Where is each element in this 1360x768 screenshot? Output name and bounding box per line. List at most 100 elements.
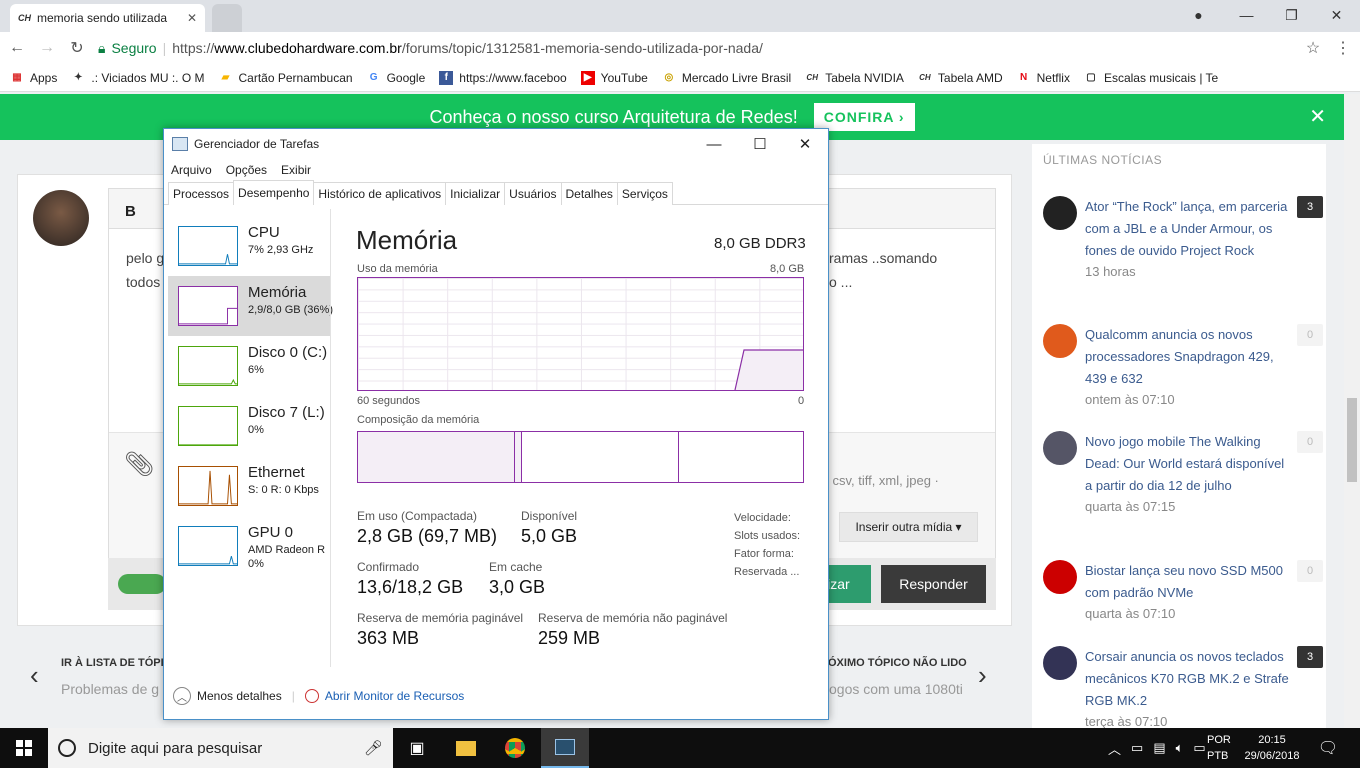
tab-0[interactable]: Processos — [168, 182, 235, 205]
news-title[interactable]: Qualcomm anuncia os novos processadores … — [1085, 324, 1289, 390]
bookmark-6[interactable]: ◎ Mercado Livre Brasil — [662, 71, 791, 85]
forward-icon[interactable]: → — [38, 39, 56, 57]
tab-1[interactable]: Desempenho — [233, 180, 315, 205]
resource-2[interactable]: Disco 0 (C:) 6% — [168, 336, 330, 396]
prev-topic-label[interactable]: IR À LISTA DE TÓPI — [61, 657, 164, 669]
language-indicator[interactable]: POR PTB — [1207, 732, 1231, 764]
prev-topic-chevron-icon[interactable]: ‹ — [30, 660, 39, 691]
start-button[interactable] — [0, 728, 48, 768]
bookmark-4[interactable]: f https://www.faceboo — [439, 70, 567, 85]
resource-1[interactable]: Memória 2,9/8,0 GB (36%) — [168, 276, 333, 336]
prev-topic-title[interactable]: Problemas de g — [61, 681, 159, 697]
tab-4[interactable]: Usuários — [504, 182, 562, 205]
tab-3[interactable]: Inicializar — [445, 182, 506, 205]
toggle-switch[interactable] — [118, 574, 166, 594]
tm-minimize-button[interactable]: — — [691, 129, 737, 159]
news-item[interactable]: Novo jogo mobile The Walking Dead: Our W… — [1043, 431, 1323, 517]
close-window-button[interactable]: ✕ — [1314, 0, 1359, 30]
menu-0[interactable]: Arquivo — [171, 163, 212, 177]
banner-close-icon[interactable]: ✕ — [1309, 104, 1326, 129]
news-item[interactable]: Ator “The Rock” lança, em parceria com a… — [1043, 196, 1323, 282]
taskbar-search[interactable]: Digite aqui para pesquisar 🎤︎ — [48, 728, 393, 768]
display-icon[interactable]: ▭ — [1193, 740, 1205, 756]
thumbnail-sparkline — [179, 555, 237, 565]
bookmark-3[interactable]: G Google — [367, 71, 426, 85]
resource-name: Disco 0 (C:) — [248, 344, 328, 361]
menu-icon[interactable]: ⋮ — [1334, 38, 1352, 58]
bookmark-label: Apps — [30, 70, 58, 85]
news-title[interactable]: Corsair anuncia os novos teclados mecâni… — [1085, 646, 1289, 712]
resource-3[interactable]: Disco 7 (L:) 0% — [168, 396, 330, 456]
tm-close-button[interactable]: ✕ — [782, 129, 828, 159]
task-manager-taskbar-icon[interactable] — [541, 728, 589, 768]
next-topic-chevron-icon[interactable]: › — [978, 660, 987, 691]
restore-button[interactable]: ❐ — [1269, 0, 1314, 30]
fewer-details-link[interactable]: Menos detalhes — [197, 689, 282, 703]
tab-6[interactable]: Serviços — [616, 182, 673, 205]
bookmark-label: Escalas musicais | Te — [1103, 70, 1219, 85]
bookmark-8[interactable]: CH Tabela AMD — [918, 71, 1002, 85]
microphone-icon[interactable]: 🎤︎ — [364, 739, 383, 757]
tray-app-icon[interactable]: ▭ — [1131, 740, 1143, 756]
thumbnail-sparkline — [179, 444, 237, 445]
volume-icon[interactable]: 🔈︎ — [1176, 740, 1184, 756]
paperclip-icon[interactable]: 📎︎ — [124, 450, 154, 479]
reply-button[interactable]: Responder — [881, 565, 986, 603]
new-tab-button[interactable] — [212, 4, 242, 32]
bookmark-label: Cartão Pernambucan — [238, 70, 353, 85]
menu-2[interactable]: Exibir — [281, 163, 311, 177]
task-view-icon[interactable]: ▣ — [393, 728, 441, 768]
news-title[interactable]: Biostar lança seu novo SSD M500 com padr… — [1085, 560, 1289, 604]
scrollbar-thumb[interactable] — [1347, 398, 1357, 482]
tab-5[interactable]: Detalhes — [560, 182, 618, 205]
back-icon[interactable]: ← — [8, 39, 26, 57]
news-item[interactable]: Biostar lança seu novo SSD M500 com padr… — [1043, 560, 1323, 624]
chrome-icon[interactable] — [491, 728, 539, 768]
network-icon[interactable]: ▤ — [1153, 740, 1165, 756]
tm-bottom-bar: ︿ Menos detalhes | Abrir Monitor de Recu… — [164, 679, 828, 713]
bookmark-7[interactable]: CH Tabela NVIDIA — [805, 71, 903, 85]
menu-1[interactable]: Opções — [226, 163, 267, 177]
bookmark-9[interactable]: N Netflix — [1017, 71, 1070, 85]
memory-total: 8,0 GB DDR3 — [714, 235, 806, 252]
right-stat-labels: Velocidade: Slots usados: Fator forma: Rese… — [734, 509, 800, 581]
resource-5[interactable]: GPU 0 AMD Radeon R 0% — [168, 516, 330, 576]
profile-icon[interactable]: ● — [1176, 0, 1221, 30]
insert-media-button[interactable]: Inserir outra mídia ▾ — [839, 512, 978, 542]
thumbnail-sparkline — [179, 307, 237, 325]
next-topic-label[interactable]: ÓXIMO TÓPICO NÃO LIDO — [828, 657, 967, 669]
address-toolbar: ← → ↻ 🔒︎ Seguro | https://www.clubedohar… — [0, 32, 1360, 64]
banner-cta-button[interactable]: CONFIRA › — [813, 103, 915, 131]
collapse-chevron-icon[interactable]: ︿ — [173, 687, 191, 705]
bookmark-1[interactable]: ✦ .: Viciados MU :. O M — [71, 71, 204, 85]
news-title[interactable]: Novo jogo mobile The Walking Dead: Our W… — [1085, 431, 1289, 497]
tab-close-icon[interactable]: ✕ — [187, 11, 197, 25]
usage-area — [735, 350, 803, 390]
user-avatar — [33, 190, 89, 246]
news-title[interactable]: Ator “The Rock” lança, em parceria com a… — [1085, 196, 1289, 262]
reload-icon[interactable]: ↻ — [68, 38, 86, 58]
in-use-label: Em uso (Compactada) — [357, 509, 478, 523]
bookmark-5[interactable]: ▶ YouTube — [580, 70, 648, 85]
tab-2[interactable]: Histórico de aplicativos — [313, 182, 447, 205]
next-topic-title[interactable]: ogos com uma 1080ti — [829, 681, 963, 697]
news-item[interactable]: Qualcomm anuncia os novos processadores … — [1043, 324, 1323, 410]
resource-monitor-link[interactable]: Abrir Monitor de Recursos — [325, 689, 464, 703]
resource-0[interactable]: CPU 7% 2,93 GHz — [168, 216, 330, 276]
browser-tab-active[interactable]: CH memoria sendo utilizada ✕ — [10, 4, 205, 32]
bookmark-star-icon[interactable]: ☆ — [1304, 38, 1322, 58]
minimize-button[interactable]: — — [1224, 0, 1269, 30]
url-text[interactable]: https://www.clubedohardware.com.br/forum… — [172, 40, 763, 56]
bookmark-10[interactable]: ▢ Escalas musicais | Te — [1084, 71, 1218, 85]
omnibox[interactable]: 🔒︎ Seguro | https://www.clubedohardware.… — [98, 36, 1292, 60]
action-center-icon[interactable]: 🗨︎ — [1304, 728, 1352, 768]
bookmark-2[interactable]: ▰ Cartão Pernambucan — [219, 71, 353, 85]
bookmark-0[interactable]: ▦ Apps — [10, 71, 57, 85]
file-explorer-icon[interactable] — [442, 728, 490, 768]
bold-button[interactable]: B — [125, 203, 136, 220]
resource-4[interactable]: Ethernet S: 0 R: 0 Kbps — [168, 456, 330, 516]
tray-chevron-icon[interactable]: ︿ — [1108, 739, 1121, 758]
news-item[interactable]: Corsair anuncia os novos teclados mecâni… — [1043, 646, 1323, 732]
clock[interactable]: 20:15 29/06/2018 — [1240, 732, 1304, 764]
tm-maximize-button[interactable]: ☐ — [737, 129, 783, 159]
